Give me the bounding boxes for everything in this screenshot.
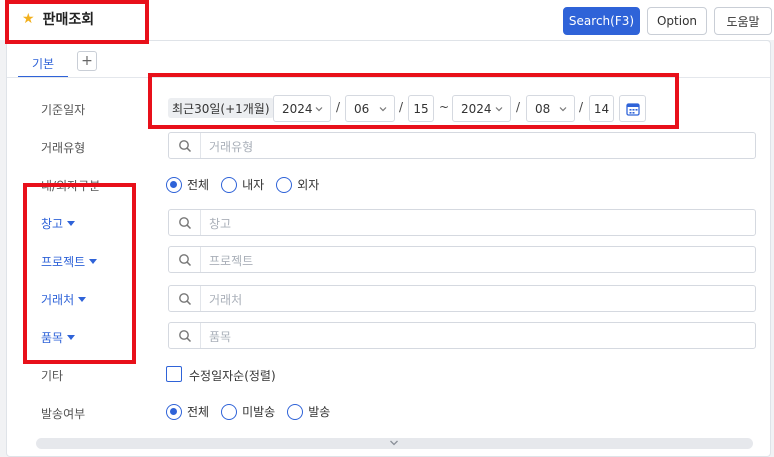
collapse-toggle[interactable] (36, 438, 753, 449)
chevron-down-icon (495, 107, 503, 112)
from-month-value: 06 (354, 101, 370, 116)
customer-placeholder: 거래처 (209, 293, 243, 307)
radio-send-all-label: 전체 (187, 405, 210, 419)
domestic-foreign-label: 내/외자구분 (41, 179, 101, 193)
to-month-value: 08 (535, 101, 551, 116)
search-icon (179, 254, 192, 267)
date-separator: / (399, 100, 404, 114)
etc-label: 기타 (41, 369, 64, 383)
radio-domestic-label: 내자 (242, 178, 265, 192)
search-divider (200, 133, 201, 158)
search-button[interactable]: Search(F3) (563, 7, 640, 35)
radio-unsent-label: 미발송 (242, 405, 276, 419)
chevron-down-icon (315, 107, 323, 112)
warehouse-search[interactable]: 창고 (168, 209, 756, 236)
search-divider (200, 247, 201, 272)
tab-divider (7, 77, 770, 78)
calendar-icon (625, 102, 640, 116)
search-icon (179, 293, 192, 306)
customer-search[interactable]: 거래처 (168, 285, 756, 312)
star-icon[interactable]: ★ (22, 12, 35, 26)
domestic-foreign-radio-group: 전체 내자 외자 (166, 176, 331, 193)
item-placeholder: 품목 (209, 330, 232, 344)
date-separator: / (516, 100, 521, 114)
radio-foreign-label: 외자 (297, 178, 320, 192)
radio-unsent[interactable] (221, 403, 238, 420)
base-date-label: 기준일자 (41, 103, 86, 117)
add-tab-button[interactable]: + (77, 51, 97, 71)
customer-label: 거래처 (41, 293, 75, 307)
search-icon (179, 217, 192, 230)
caret-down-icon (89, 259, 98, 264)
send-status-radio-group: 전체 미발송 발송 (166, 403, 342, 420)
project-label-link[interactable]: 프로젝트 (41, 253, 98, 270)
date-separator: / (579, 100, 584, 114)
project-label: 프로젝트 (41, 255, 86, 269)
chevron-down-icon (379, 107, 387, 112)
to-year-value: 2024 (461, 101, 492, 116)
radio-foreign[interactable] (276, 176, 293, 193)
option-button[interactable]: Option (647, 7, 707, 35)
project-search[interactable]: 프로젝트 (168, 246, 756, 273)
radio-send-all[interactable] (166, 403, 182, 420)
customer-label-link[interactable]: 거래처 (41, 291, 87, 308)
to-year-select[interactable]: 2024 (452, 95, 511, 122)
radio-domestic[interactable] (221, 176, 238, 193)
search-icon (179, 330, 192, 343)
sort-by-modified-checkbox[interactable] (166, 366, 182, 382)
to-month-select[interactable]: 08 (526, 95, 575, 122)
item-search[interactable]: 품목 (168, 322, 756, 349)
help-button[interactable]: 도움말 (714, 7, 772, 35)
from-year-select[interactable]: 2024 (273, 95, 331, 122)
send-status-label: 발송여부 (41, 407, 86, 421)
caret-down-icon (78, 297, 87, 302)
item-label-link[interactable]: 품목 (41, 329, 76, 346)
trade-type-search[interactable]: 거래유형 (168, 132, 756, 159)
warehouse-label: 창고 (41, 217, 64, 231)
caret-down-icon (67, 335, 76, 340)
from-day-input[interactable]: 15 (408, 95, 434, 122)
title-area: ★ 판매조회 (22, 9, 94, 29)
to-day-input[interactable]: 14 (589, 95, 614, 122)
search-divider (200, 286, 201, 311)
radio-all-label: 전체 (187, 178, 210, 192)
sort-by-modified-label: 수정일자순(정렬) (189, 369, 276, 383)
date-preset-chip[interactable]: 최근30일(+1개월) (168, 98, 274, 118)
calendar-button[interactable] (619, 95, 646, 122)
radio-sent[interactable] (287, 403, 304, 420)
radio-all[interactable] (166, 176, 182, 193)
trade-type-label: 거래유형 (41, 141, 86, 155)
caret-down-icon (67, 221, 76, 226)
project-placeholder: 프로젝트 (209, 254, 254, 268)
search-divider (200, 323, 201, 348)
warehouse-label-link[interactable]: 창고 (41, 215, 76, 232)
chevron-down-icon (390, 440, 398, 446)
tab-basic[interactable]: 기본 (18, 48, 68, 78)
page-title: 판매조회 (42, 12, 95, 28)
from-year-value: 2024 (282, 101, 313, 116)
item-label: 품목 (41, 331, 64, 345)
warehouse-placeholder: 창고 (209, 217, 232, 231)
from-month-select[interactable]: 06 (345, 95, 395, 122)
date-range-tilde: ~ (439, 100, 450, 114)
trade-type-placeholder: 거래유형 (209, 140, 254, 154)
search-divider (200, 210, 201, 235)
date-separator: / (336, 100, 341, 114)
chevron-down-icon (559, 107, 567, 112)
search-icon (179, 140, 192, 153)
radio-sent-label: 발송 (308, 405, 331, 419)
